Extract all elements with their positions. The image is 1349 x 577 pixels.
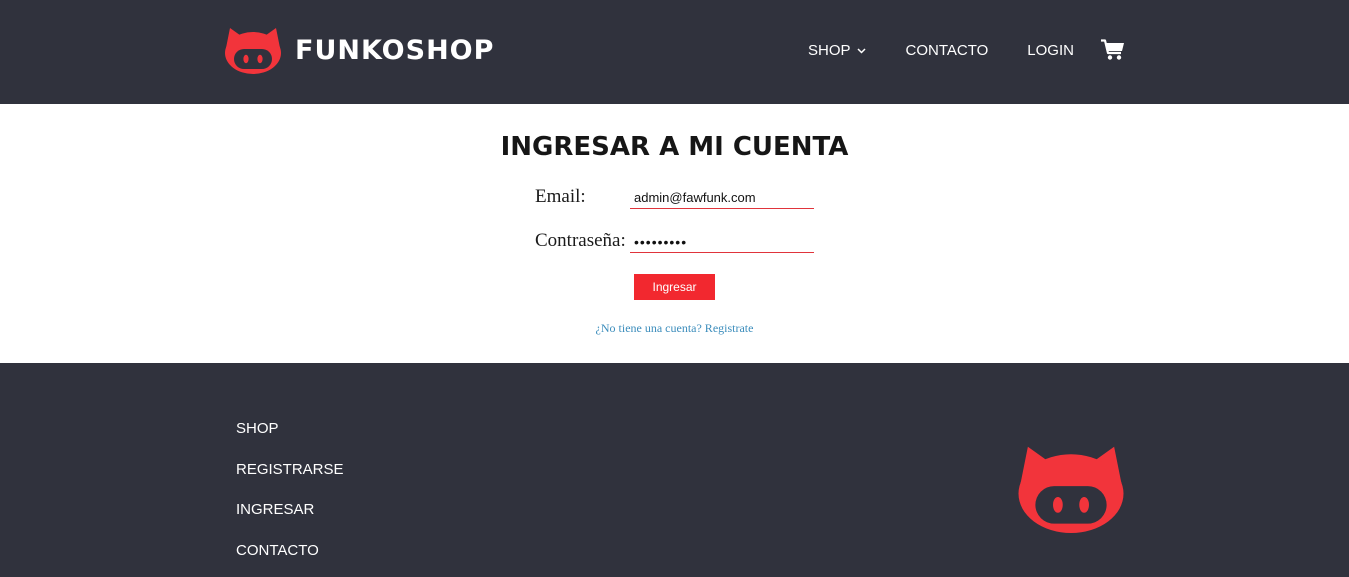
funko-logo-icon: [225, 28, 281, 74]
password-label: Contraseña:: [535, 230, 626, 251]
nav-shop-label: SHOP: [808, 42, 851, 59]
shopping-cart-icon: [1100, 39, 1124, 60]
nav-contacto[interactable]: CONTACTO: [906, 41, 989, 61]
footer-link-shop[interactable]: SHOP: [236, 419, 344, 439]
cart-button[interactable]: [1100, 39, 1125, 61]
funko-logo-icon: [1018, 446, 1124, 533]
footer-link-ingresar[interactable]: INGRESAR: [236, 500, 344, 520]
footer-nav: SHOP REGISTRARSE INGRESAR CONTACTO: [236, 419, 344, 577]
home-logo-link[interactable]: FUNKOSHOP: [224, 26, 494, 74]
brand-name: FUNKOSHOP: [295, 34, 495, 66]
footer-link-contacto[interactable]: CONTACTO: [236, 541, 344, 561]
nav-login[interactable]: LOGIN: [1027, 41, 1074, 61]
email-field[interactable]: [630, 187, 814, 209]
password-field[interactable]: [630, 231, 814, 253]
login-section: INGRESAR A MI CUENTA Email: Contraseña: …: [0, 104, 1349, 363]
chevron-down-icon: [856, 48, 866, 54]
ingresar-button[interactable]: Ingresar: [634, 274, 715, 300]
footer-link-registrarse[interactable]: REGISTRARSE: [236, 460, 344, 480]
register-link[interactable]: ¿No tiene una cuenta? Registrate: [0, 321, 1349, 336]
page-title: INGRESAR A MI CUENTA: [500, 132, 849, 162]
email-label: Email:: [535, 186, 586, 207]
site-header: FUNKOSHOP SHOP CONTACTO LOGIN: [0, 0, 1349, 104]
main-nav: SHOP CONTACTO LOGIN: [808, 39, 1125, 61]
site-footer: SHOP REGISTRARSE INGRESAR CONTACTO: [0, 363, 1349, 577]
nav-shop[interactable]: SHOP: [808, 41, 866, 61]
